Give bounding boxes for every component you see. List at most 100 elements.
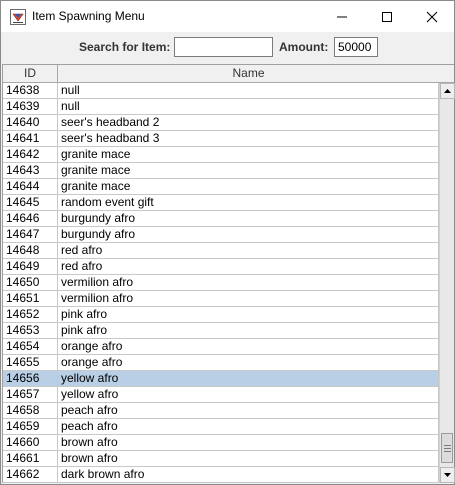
cell-name: random event gift bbox=[58, 195, 439, 211]
cell-id: 14657 bbox=[3, 387, 58, 403]
table-row[interactable]: 14643 granite mace bbox=[3, 163, 439, 179]
cell-id: 14659 bbox=[3, 419, 58, 435]
table-row[interactable]: 14651 vermilion afro bbox=[3, 291, 439, 307]
cell-id: 14641 bbox=[3, 131, 58, 147]
thumb-grip-line bbox=[444, 448, 451, 449]
table-row[interactable]: 14646 burgundy afro bbox=[3, 211, 439, 227]
table-row[interactable]: 14653 pink afro bbox=[3, 323, 439, 339]
amount-label: Amount: bbox=[279, 40, 329, 54]
item-spawning-window: Item Spawning Menu Search for Item: Amou… bbox=[0, 0, 455, 485]
cell-name: seer's headband 3 bbox=[58, 131, 439, 147]
search-input[interactable] bbox=[174, 37, 273, 57]
cell-id: 14651 bbox=[3, 291, 58, 307]
cell-id: 14642 bbox=[3, 147, 58, 163]
cell-id: 14653 bbox=[3, 323, 58, 339]
close-button[interactable] bbox=[409, 1, 454, 32]
cell-name: seer's headband 2 bbox=[58, 115, 439, 131]
arrow-down-icon bbox=[444, 473, 451, 477]
cell-id: 14640 bbox=[3, 115, 58, 131]
cell-name: granite mace bbox=[58, 163, 439, 179]
cell-id: 14649 bbox=[3, 259, 58, 275]
scroll-up-button[interactable] bbox=[440, 83, 455, 99]
cell-name: dark brown afro bbox=[58, 467, 439, 483]
minimize-button[interactable] bbox=[319, 1, 364, 32]
cell-name: peach afro bbox=[58, 419, 439, 435]
cell-name: brown afro bbox=[58, 435, 439, 451]
cell-id: 14648 bbox=[3, 243, 58, 259]
table-row[interactable]: 14660 brown afro bbox=[3, 435, 439, 451]
cell-id: 14650 bbox=[3, 275, 58, 291]
thumb-grip-line bbox=[444, 445, 451, 446]
cell-id: 14660 bbox=[3, 435, 58, 451]
cell-name: burgundy afro bbox=[58, 211, 439, 227]
minimize-icon bbox=[336, 16, 347, 17]
cell-id: 14647 bbox=[3, 227, 58, 243]
search-bar: Search for Item: Amount: 50000 bbox=[1, 32, 454, 62]
table-row[interactable]: 14648 red afro bbox=[3, 243, 439, 259]
table-body: 14638 null 14639 null 14640 seer's headband 2… bbox=[3, 83, 439, 483]
cell-name: red afro bbox=[58, 243, 439, 259]
table-row[interactable]: 14655 orange afro bbox=[3, 355, 439, 371]
java-cup-icon bbox=[10, 9, 26, 25]
cell-id: 14658 bbox=[3, 403, 58, 419]
vertical-scrollbar[interactable] bbox=[439, 83, 455, 483]
cell-name: granite mace bbox=[58, 179, 439, 195]
cell-name: granite mace bbox=[58, 147, 439, 163]
cell-name: vermilion afro bbox=[58, 291, 439, 307]
table-row[interactable]: 14638 null bbox=[3, 83, 439, 99]
table-row[interactable]: 14659 peach afro bbox=[3, 419, 439, 435]
table-row[interactable]: 14649 red afro bbox=[3, 259, 439, 275]
title-bar[interactable]: Item Spawning Menu bbox=[1, 1, 454, 32]
table-row[interactable]: 14642 granite mace bbox=[3, 147, 439, 163]
header-corner bbox=[439, 65, 454, 83]
table-row[interactable]: 14640 seer's headband 2 bbox=[3, 115, 439, 131]
column-header-id[interactable]: ID bbox=[3, 65, 58, 83]
table-row[interactable]: 14652 pink afro bbox=[3, 307, 439, 323]
search-label: Search for Item: bbox=[79, 40, 171, 54]
table-header: ID Name bbox=[3, 65, 440, 83]
cell-name: null bbox=[58, 83, 439, 99]
cell-id: 14662 bbox=[3, 467, 58, 483]
window-content: Search for Item: Amount: 50000 ID Name 1… bbox=[1, 32, 455, 484]
maximize-button[interactable] bbox=[364, 1, 409, 32]
cell-name: yellow afro bbox=[58, 371, 439, 387]
cell-id: 14638 bbox=[3, 83, 58, 99]
cell-name: yellow afro bbox=[58, 387, 439, 403]
scroll-thumb[interactable] bbox=[441, 433, 453, 463]
table-row[interactable]: 14657 yellow afro bbox=[3, 387, 439, 403]
cell-id: 14655 bbox=[3, 355, 58, 371]
table-row[interactable]: 14645 random event gift bbox=[3, 195, 439, 211]
cell-name: pink afro bbox=[58, 323, 439, 339]
cell-id: 14646 bbox=[3, 211, 58, 227]
cell-name: orange afro bbox=[58, 339, 439, 355]
cell-id: 14639 bbox=[3, 99, 58, 115]
cell-id: 14644 bbox=[3, 179, 58, 195]
close-icon bbox=[426, 11, 437, 22]
table-row[interactable]: 14662 dark brown afro bbox=[3, 467, 439, 483]
maximize-icon bbox=[381, 11, 392, 22]
item-table: ID Name 14638 null 14639 null 14640 seer's he… bbox=[2, 64, 455, 483]
table-row[interactable]: 14654 orange afro bbox=[3, 339, 439, 355]
cell-name: red afro bbox=[58, 259, 439, 275]
cell-name: vermilion afro bbox=[58, 275, 439, 291]
amount-input[interactable]: 50000 bbox=[334, 37, 378, 57]
arrow-up-icon bbox=[444, 89, 451, 93]
table-row[interactable]: 14644 granite mace bbox=[3, 179, 439, 195]
cell-id: 14661 bbox=[3, 451, 58, 467]
table-row[interactable]: 14647 burgundy afro bbox=[3, 227, 439, 243]
cell-id: 14652 bbox=[3, 307, 58, 323]
cell-name: orange afro bbox=[58, 355, 439, 371]
scroll-down-button[interactable] bbox=[440, 467, 455, 483]
table-row[interactable]: 14639 null bbox=[3, 99, 439, 115]
cell-id: 14656 bbox=[3, 371, 58, 387]
window-title: Item Spawning Menu bbox=[32, 9, 145, 23]
table-row[interactable]: 14658 peach afro bbox=[3, 403, 439, 419]
table-row[interactable]: 14641 seer's headband 3 bbox=[3, 131, 439, 147]
cell-name: null bbox=[58, 99, 439, 115]
cell-name: burgundy afro bbox=[58, 227, 439, 243]
table-row[interactable]: 14661 brown afro bbox=[3, 451, 439, 467]
column-header-name[interactable]: Name bbox=[58, 65, 440, 83]
table-row[interactable]: 14650 vermilion afro bbox=[3, 275, 439, 291]
cell-name: pink afro bbox=[58, 307, 439, 323]
table-row[interactable]: 14656 yellow afro bbox=[3, 371, 439, 387]
